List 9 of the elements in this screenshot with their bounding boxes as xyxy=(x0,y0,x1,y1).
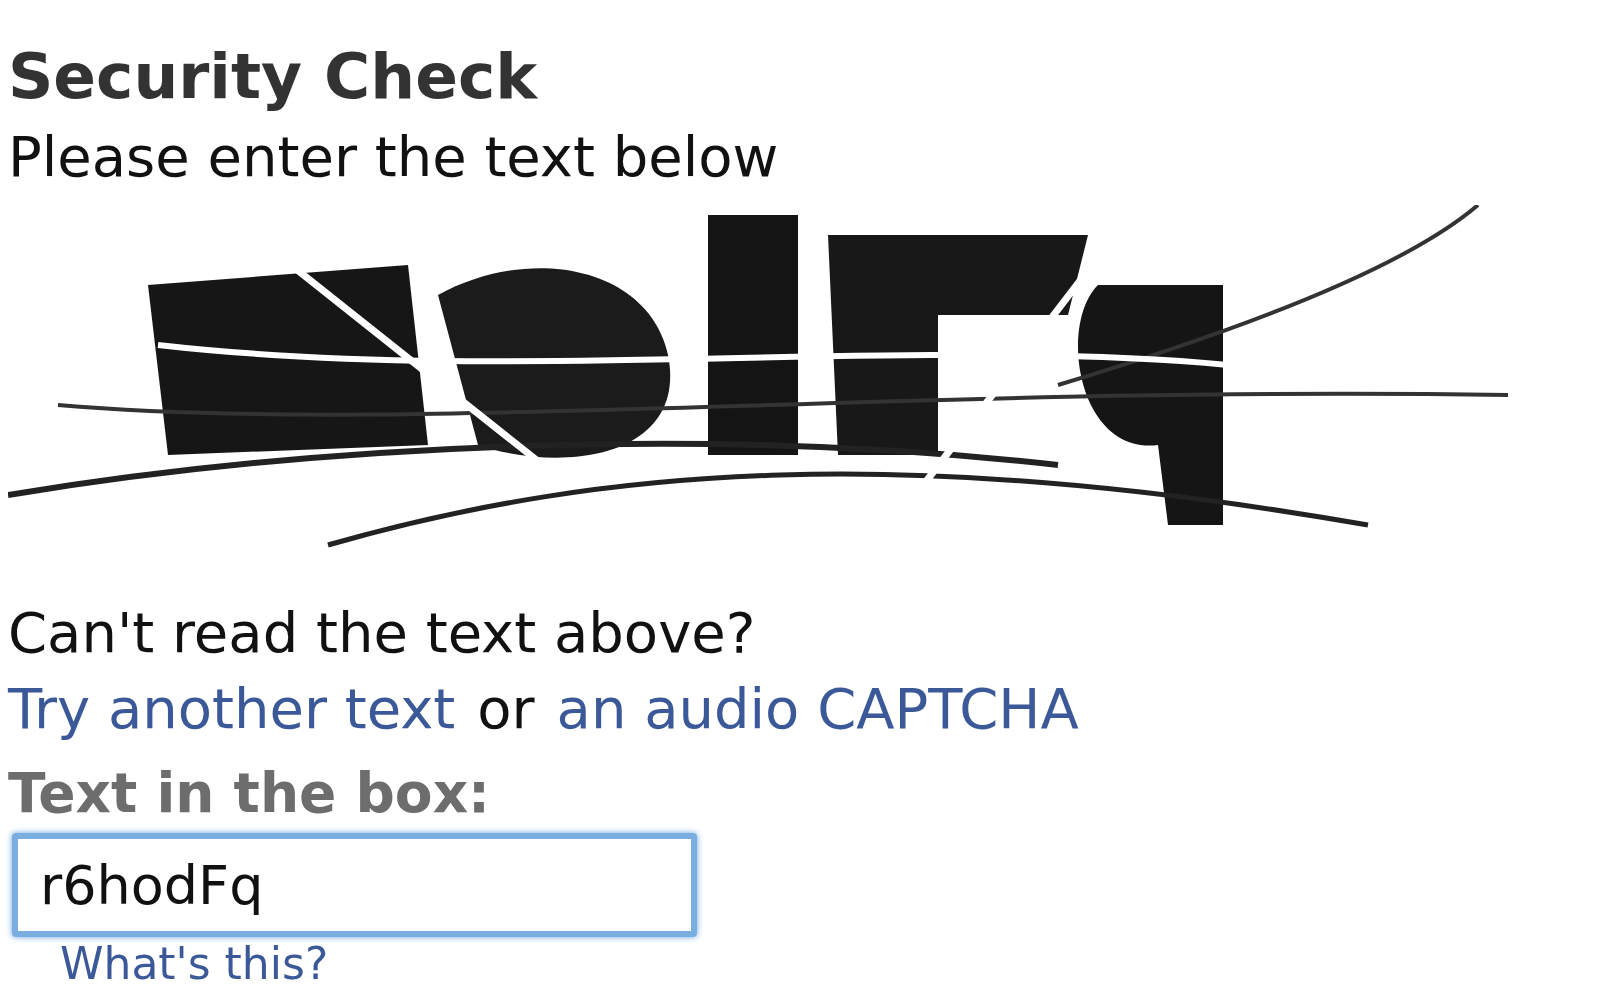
separator-text: or xyxy=(477,679,535,739)
answer-field[interactable]: r6hodFq xyxy=(12,833,697,937)
captcha-link[interactable]: an audio CAPTCHA xyxy=(556,679,1079,739)
whats-this-link[interactable]: What's this? xyxy=(60,939,329,989)
help-question: Can't read the text above? xyxy=(8,603,756,663)
page-title: Security Check xyxy=(8,45,538,109)
field-label: Text in the box: xyxy=(8,763,491,823)
instruction-text: Please enter the text below xyxy=(8,127,779,187)
captcha-link[interactable]: Try another text xyxy=(8,679,456,739)
